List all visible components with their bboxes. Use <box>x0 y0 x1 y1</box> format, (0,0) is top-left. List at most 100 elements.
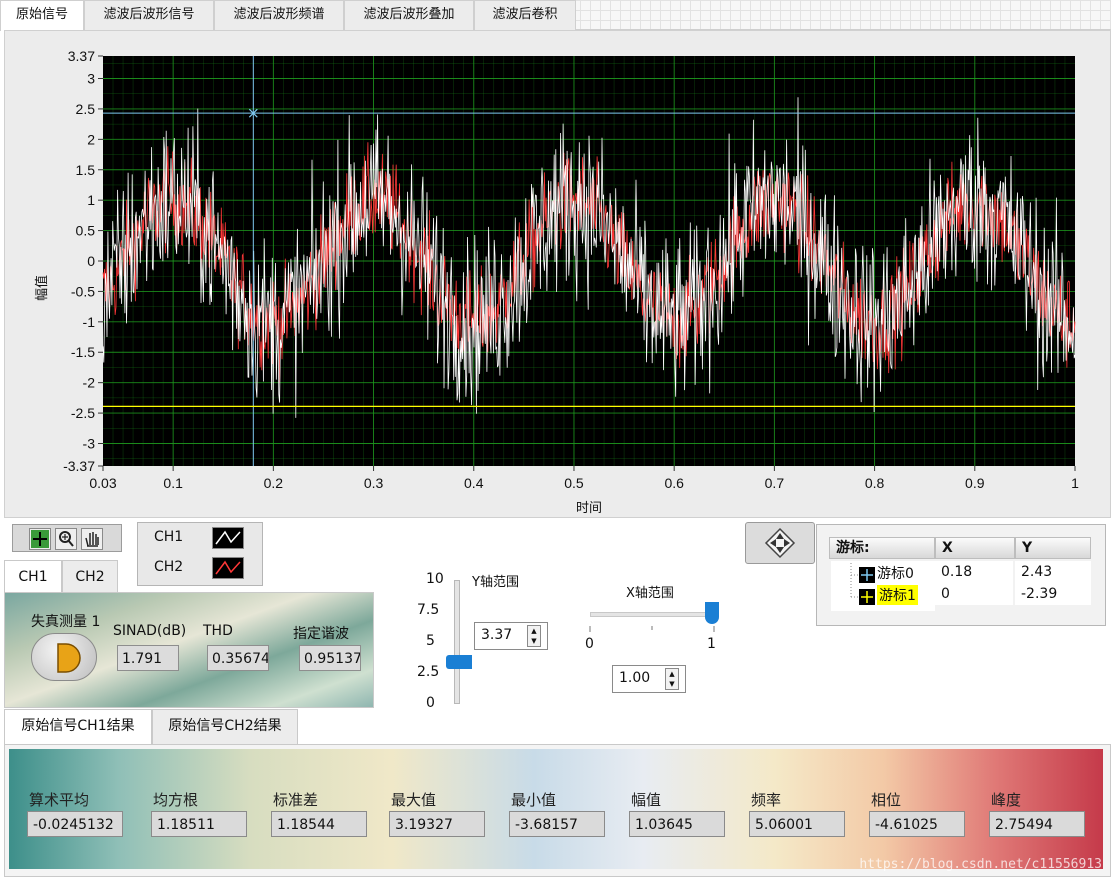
watermark: https://blog.csdn.net/c11556913 <box>859 857 1102 872</box>
y-scale-tick: 0 <box>426 695 435 711</box>
x-tick-label: 0.03 <box>89 475 116 491</box>
result-value: -3.68157 <box>509 811 605 837</box>
y-tick-label: 3.37 <box>68 48 95 64</box>
results-background: 算术平均 -0.0245132 均方根 1.18511 标准差 1.18544 最大值 3.1… <box>9 749 1103 869</box>
pan-hand-icon[interactable] <box>81 528 103 550</box>
legend-label-ch1: CH1 <box>154 529 184 545</box>
cursor-0-y[interactable]: 2.43 <box>1015 561 1091 583</box>
y-tick-label: 2 <box>87 131 95 147</box>
result-value: 5.06001 <box>749 811 845 837</box>
y-scale-tick: 5 <box>426 633 435 649</box>
y-tick-label: 1 <box>87 192 95 208</box>
results-panel: 算术平均 -0.0245132 均方根 1.18511 标准差 1.18544 最大值 3.1… <box>4 744 1111 877</box>
y-tick-label: -1 <box>83 314 96 330</box>
tab-filtered-overlay[interactable]: 滤波后波形叠加 <box>344 0 474 30</box>
tab-filtered-convolution[interactable]: 滤波后卷积 <box>474 0 576 30</box>
y-scale-tick: 10 <box>426 571 444 587</box>
x-tick-label: 0.7 <box>765 475 785 491</box>
cursor-1-y[interactable]: -2.39 <box>1015 583 1091 605</box>
tab-filtered-waveform[interactable]: 滤波后波形信号 <box>84 0 214 30</box>
thd-value: 0.356747 <box>207 645 269 671</box>
x-range-numeric[interactable]: 1.00 ▲ ▼ <box>612 665 686 693</box>
legend-label-ch2: CH2 <box>154 559 184 575</box>
cursor-header-x: X <box>935 537 1015 559</box>
y-tick-label: -3.37 <box>63 458 95 474</box>
y-tick-label: 0 <box>87 253 95 269</box>
cursor-move-icon[interactable] <box>29 528 51 550</box>
y-tick-label: -0.5 <box>71 283 95 299</box>
y-tick-label: -1.5 <box>71 344 95 360</box>
tab-ch2-results[interactable]: 原始信号CH2结果 <box>152 709 298 744</box>
result-label: 幅值 <box>631 791 662 809</box>
x-tick-label: 0.1 <box>163 475 183 491</box>
zoom-icon[interactable] <box>55 528 77 550</box>
cursor-move-button[interactable] <box>745 522 815 564</box>
result-label: 均方根 <box>153 791 199 809</box>
result-value: 1.18511 <box>151 811 247 837</box>
sinad-value: 1.791 <box>117 645 179 671</box>
cursor-1-x[interactable]: 0 <box>935 583 1013 605</box>
cursor-0-x[interactable]: 0.18 <box>935 561 1013 583</box>
tab-bar: 原始信号 滤波后波形信号 滤波后波形频谱 滤波后波形叠加 滤波后卷积 <box>0 0 1111 31</box>
y-tick-label: 2.5 <box>76 101 96 117</box>
y-range-track[interactable] <box>454 580 460 704</box>
y-tick-label: 0.5 <box>76 223 96 239</box>
y-tick-label: -2 <box>83 375 96 391</box>
x-tick-label: 0.9 <box>965 475 985 491</box>
result-label: 最大值 <box>391 791 437 809</box>
x-axis-title: 时间 <box>576 501 602 516</box>
y-scale-tick: 2.5 <box>417 664 440 680</box>
result-label: 标准差 <box>273 791 319 809</box>
tab-filtered-spectrum[interactable]: 滤波后波形频谱 <box>214 0 344 30</box>
x-tick-label: 0.6 <box>664 475 684 491</box>
y-range-thumb[interactable] <box>446 655 472 670</box>
x-tick-label: 0.5 <box>564 475 584 491</box>
y-tick-label: -2.5 <box>71 405 95 421</box>
x-range-label: X轴范围 <box>626 586 674 601</box>
cursor-0-name[interactable]: 游标0 <box>877 563 914 583</box>
legend-swatch-ch1[interactable] <box>212 527 244 549</box>
x-tick-label: 0.2 <box>264 475 284 491</box>
tab-ch1-results[interactable]: 原始信号CH1结果 <box>4 709 152 744</box>
result-value: 3.19327 <box>389 811 485 837</box>
x-range-thumb[interactable] <box>705 602 719 624</box>
play-toggle-icon <box>57 643 81 673</box>
result-value: -4.61025 <box>869 811 965 837</box>
x-range-value[interactable]: 1.00 <box>619 670 650 686</box>
y-tick-label: 3 <box>87 71 95 87</box>
x-scale-min: 0 <box>585 636 594 652</box>
y-range-label: Y轴范围 <box>472 575 519 590</box>
y-range-spin-icon[interactable]: ▲ ▼ <box>527 625 541 647</box>
y-tick-label: 1.5 <box>76 162 96 178</box>
result-label: 最小值 <box>511 791 557 809</box>
result-value: 2.75494 <box>989 811 1085 837</box>
x-scale-max: 1 <box>707 636 716 652</box>
x-tick-label: 0.8 <box>865 475 885 491</box>
y-range-numeric[interactable]: 3.37 ▲ ▼ <box>474 622 548 650</box>
harmonic-value: 0.95137 <box>299 645 361 671</box>
result-value: -0.0245132 <box>27 811 123 837</box>
y-axis-title: 幅值 <box>34 275 50 301</box>
tab-ch1[interactable]: CH1 <box>4 560 62 592</box>
result-value: 1.18544 <box>271 811 367 837</box>
waveform-chart[interactable]: 0.03 0.1 0.2 0.3 0.4 0.5 0.6 0.7 0.8 0.9 1 3.37 3 2.5… <box>0 30 1111 520</box>
legend-swatch-ch2[interactable] <box>212 557 244 579</box>
x-range-track[interactable] <box>590 612 714 617</box>
y-range-value[interactable]: 3.37 <box>481 627 512 643</box>
cursor-header-y: Y <box>1015 537 1091 559</box>
y-scale-tick: 7.5 <box>417 602 440 618</box>
tab-ch2[interactable]: CH2 <box>62 560 118 592</box>
tab-original-signal[interactable]: 原始信号 <box>0 0 84 31</box>
y-tick-label: -3 <box>83 435 96 451</box>
cursor-1-name[interactable]: 游标1 <box>877 585 918 605</box>
x-tick-label: 0.3 <box>364 475 384 491</box>
x-tick-label: 1 <box>1071 475 1079 491</box>
result-label: 频率 <box>751 791 782 809</box>
graph-palette <box>12 524 122 552</box>
sinad-label: SINAD(dB) <box>113 623 187 639</box>
x-tick-label: 0.4 <box>464 475 484 491</box>
distortion-toggle[interactable] <box>31 633 97 681</box>
harmonic-label: 指定谐波 <box>293 626 349 642</box>
cursor-tree <box>850 563 875 605</box>
x-range-spin-icon[interactable]: ▲ ▼ <box>665 668 679 690</box>
